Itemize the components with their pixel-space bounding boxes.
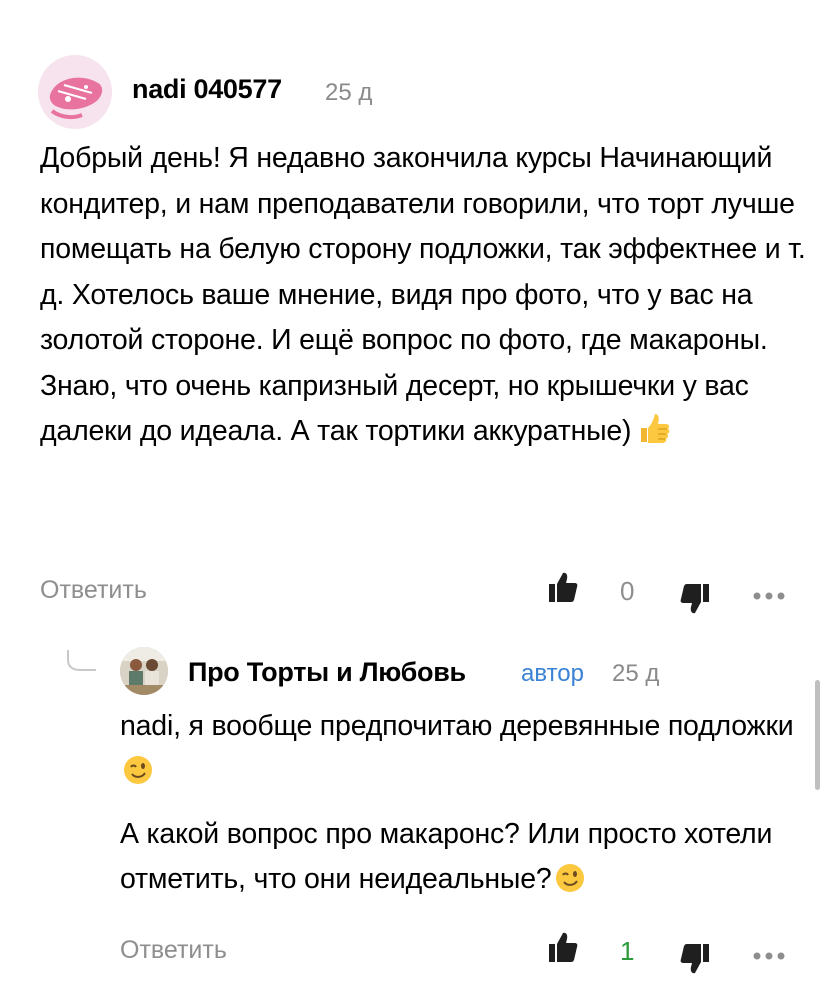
more-icon[interactable] — [752, 588, 786, 606]
author-badge: автор — [521, 660, 584, 687]
reply-body: nadi, я вообще предпочитаю деревянные по… — [120, 704, 800, 920]
reply-avatar[interactable] — [120, 647, 168, 695]
winking-face-emoji — [122, 754, 154, 800]
comment-date: 25 д — [325, 79, 373, 106]
comment-text: Добрый день! Я недавно закончила курсы Н… — [40, 142, 806, 447]
pink-fish-avatar-icon — [38, 55, 112, 129]
like-count: 0 — [620, 576, 635, 606]
thumbs-up-icon[interactable] — [548, 570, 578, 609]
reply-actions: Ответить 1 — [0, 928, 826, 978]
reply-date: 25 д — [612, 660, 660, 687]
comment-actions: Ответить 0 — [0, 568, 826, 618]
reply-button[interactable]: Ответить — [120, 936, 227, 965]
avatar[interactable] — [38, 55, 112, 129]
couple-photo-avatar — [120, 647, 168, 695]
winking-face-emoji — [554, 862, 586, 908]
thumbs-up-icon[interactable] — [548, 930, 578, 969]
thumbs-down-icon[interactable] — [680, 942, 710, 981]
thumbs-down-icon[interactable] — [680, 582, 710, 621]
thread-connector — [67, 650, 96, 671]
reply-author[interactable]: Про Торты и Любовь — [188, 657, 466, 688]
comment-body: Добрый день! Я недавно закончила курсы Н… — [40, 136, 810, 461]
like-count: 1 — [620, 936, 635, 966]
reply-paragraph: А какой вопрос про макаронс? Или просто … — [120, 818, 773, 895]
reply-paragraph: nadi, я вообще предпочитаю деревянные по… — [120, 710, 794, 742]
reply-button[interactable]: Ответить — [40, 576, 147, 605]
thumbs-up-emoji — [637, 412, 671, 461]
scrollbar[interactable] — [815, 680, 820, 790]
more-icon[interactable] — [752, 948, 786, 966]
comment-author[interactable]: nadi 040577 — [132, 74, 282, 105]
